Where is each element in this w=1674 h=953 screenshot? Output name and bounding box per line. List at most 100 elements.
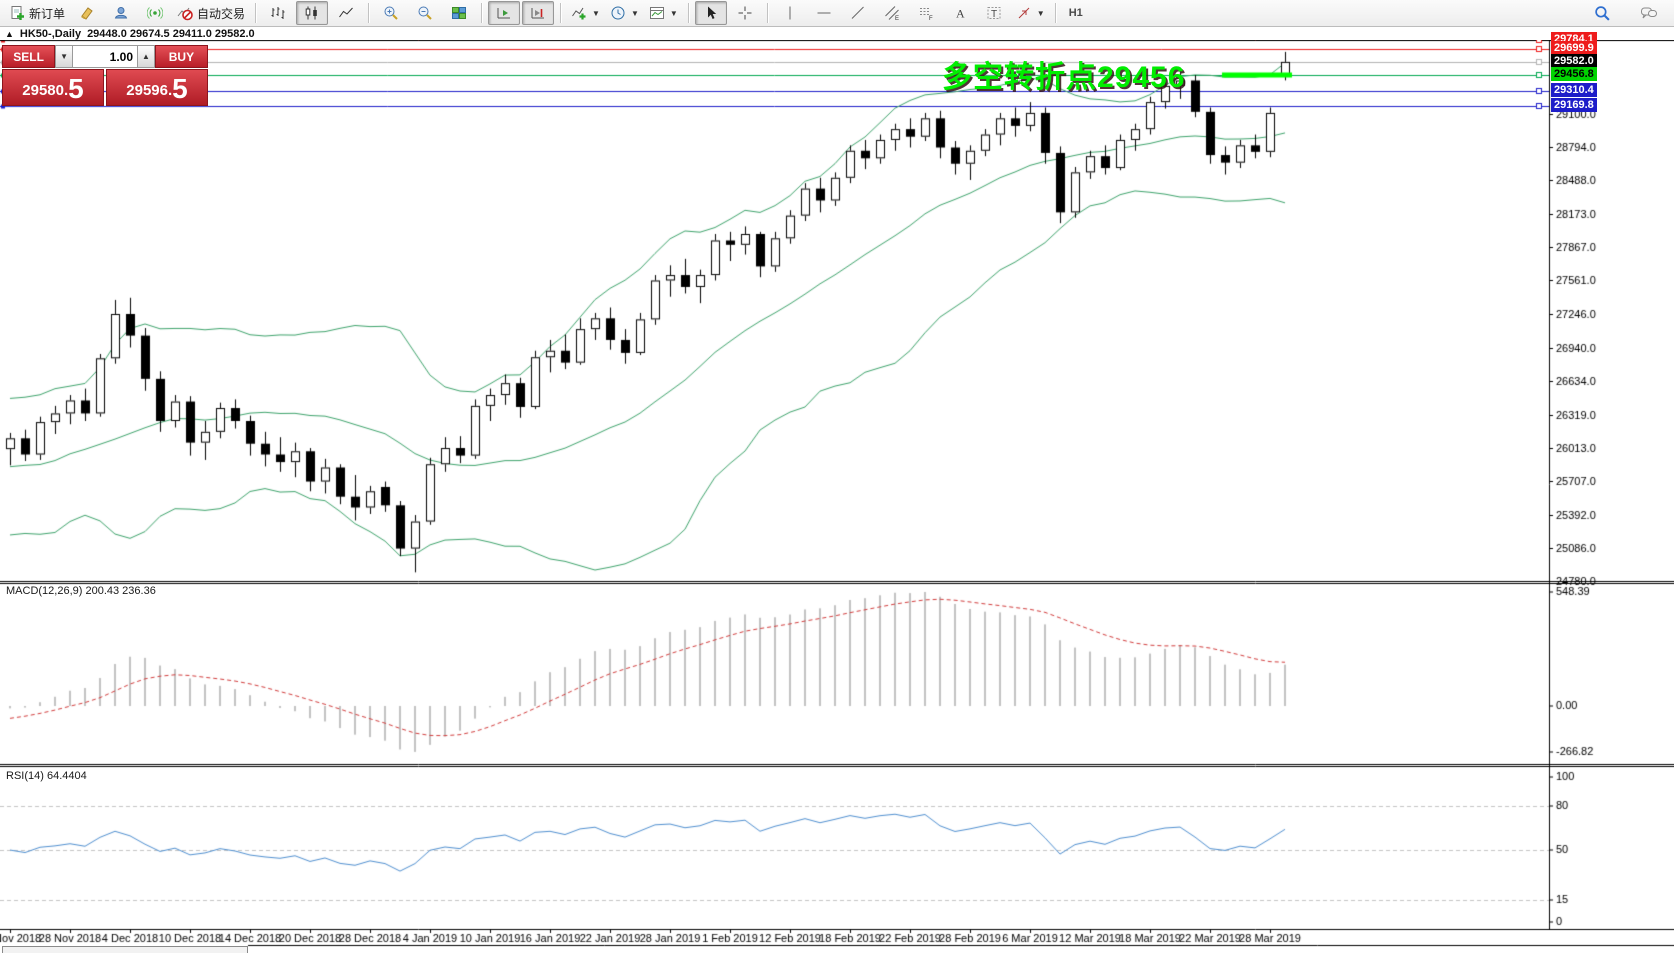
buy-button[interactable]: BUY <box>155 45 208 68</box>
autotrading-icon <box>177 5 193 21</box>
signal-icon <box>147 5 163 21</box>
line-chart-icon <box>338 5 354 21</box>
price-label: 29582.0 <box>1551 54 1597 68</box>
vertical-line-button[interactable] <box>774 1 806 25</box>
sell-price[interactable]: 29580.5 <box>2 69 104 106</box>
candlestick-chart-button[interactable] <box>296 1 328 25</box>
price-label: 29456.8 <box>1551 67 1597 81</box>
dropdown-caret-icon: ▼ <box>670 9 678 18</box>
channel-icon: E <box>884 5 900 21</box>
profile-button[interactable] <box>105 1 137 25</box>
toolbar-separator <box>255 3 256 23</box>
toolbar-separator <box>767 3 768 23</box>
chat-icon <box>1640 5 1658 21</box>
search-button[interactable] <box>1586 1 1618 25</box>
crosshair-icon <box>737 5 753 21</box>
trendline-icon <box>850 5 866 21</box>
eraser-button[interactable] <box>71 1 103 25</box>
svg-text:T: T <box>991 9 997 20</box>
chart-symbol-period: HK50-,Daily <box>20 28 81 40</box>
horizontal-line-icon <box>816 5 832 21</box>
sell-price-main: 29580. <box>22 79 68 103</box>
buy-price-pips: 5 <box>172 75 188 103</box>
zoom-in-button[interactable] <box>375 1 407 25</box>
text-button[interactable]: A <box>944 1 976 25</box>
chat-button[interactable] <box>1633 1 1665 25</box>
text-icon: A <box>952 5 968 21</box>
volume-input[interactable] <box>73 45 138 68</box>
collapse-icon[interactable]: ▲ <box>5 29 14 39</box>
chart-header: ▲ HK50-,Daily 29448.0 29674.5 29411.0 29… <box>0 27 1674 40</box>
vertical-line-icon <box>782 5 798 21</box>
one-click-trading-panel: SELL ▼ ▲ BUY 29580.5 29596.5 <box>2 45 208 106</box>
crosshair-button[interactable] <box>729 1 761 25</box>
price-label: 29310.4 <box>1551 83 1597 97</box>
dropdown-caret-icon: ▼ <box>592 9 600 18</box>
volume-decrease-button[interactable]: ▼ <box>55 45 73 68</box>
zoom-out-icon <box>417 5 433 21</box>
chart-shift-button[interactable] <box>522 1 554 25</box>
chart-annotation-text[interactable]: 多空转折点29456 <box>942 52 1185 96</box>
svg-text:A: A <box>956 7 965 21</box>
zoom-out-button[interactable] <box>409 1 441 25</box>
template-icon <box>649 5 665 21</box>
autotrading-button[interactable]: 自动交易 <box>173 1 249 25</box>
buy-price[interactable]: 29596.5 <box>106 69 208 106</box>
horizontal-line-button[interactable] <box>808 1 840 25</box>
tile-windows-icon <box>451 5 467 21</box>
line-chart-button[interactable] <box>330 1 362 25</box>
signal-button[interactable] <box>139 1 171 25</box>
zoom-in-icon <box>383 5 399 21</box>
periods-button[interactable]: ▼ <box>606 1 643 25</box>
chart-ohlc-values: 29448.0 29674.5 29411.0 29582.0 <box>87 28 255 40</box>
trendline-button[interactable] <box>842 1 874 25</box>
bar-chart-button[interactable] <box>262 1 294 25</box>
tile-windows-button[interactable] <box>443 1 475 25</box>
search-icon <box>1594 5 1611 22</box>
profile-icon <box>113 5 129 21</box>
new-order-icon <box>9 5 25 21</box>
bar-chart-icon <box>270 5 286 21</box>
templates-button[interactable]: ▼ <box>645 1 682 25</box>
toolbar: 新订单 自动交易 <box>0 0 1674 27</box>
clock-icon <box>610 5 626 21</box>
fibonacci-button[interactable]: F <box>910 1 942 25</box>
toolbar-separator <box>688 3 689 23</box>
equidistant-channel-button[interactable]: E <box>876 1 908 25</box>
autotrading-label: 自动交易 <box>197 5 245 22</box>
new-order-label: 新订单 <box>29 5 65 22</box>
chart-canvas[interactable] <box>0 40 1674 953</box>
dropdown-caret-icon: ▼ <box>631 9 639 18</box>
svg-text:F: F <box>929 16 933 21</box>
rsi-indicator-label: RSI(14) 64.4404 <box>6 770 87 782</box>
cursor-button[interactable] <box>695 1 727 25</box>
tab-timeframe-h1[interactable]: H1 <box>1062 2 1090 24</box>
toolbar-separator <box>368 3 369 23</box>
svg-text:E: E <box>895 16 899 21</box>
candlestick-chart-icon <box>304 5 320 21</box>
eraser-icon <box>79 5 95 21</box>
buy-price-main: 29596. <box>126 79 172 103</box>
toolbar-separator <box>1055 3 1056 23</box>
text-label-button[interactable]: T <box>978 1 1010 25</box>
indicators-button[interactable]: ▼ <box>567 1 604 25</box>
toolbar-separator <box>481 3 482 23</box>
toolbar-separator <box>560 3 561 23</box>
chart-shift-icon <box>530 5 546 21</box>
price-label: 29169.8 <box>1551 98 1597 112</box>
indicators-icon <box>571 5 587 21</box>
auto-scroll-icon <box>496 5 512 21</box>
arrow-objects-icon <box>1016 5 1032 21</box>
volume-increase-button[interactable]: ▲ <box>138 45 155 68</box>
sell-button[interactable]: SELL <box>2 45 55 68</box>
arrows-button[interactable]: ▼ <box>1012 1 1049 25</box>
macd-indicator-label: MACD(12,26,9) 200.43 236.36 <box>6 585 156 597</box>
auto-scroll-button[interactable] <box>488 1 520 25</box>
dropdown-caret-icon: ▼ <box>1037 9 1045 18</box>
text-label-icon: T <box>986 5 1002 21</box>
chart-tab[interactable] <box>2 946 248 953</box>
new-order-button[interactable]: 新订单 <box>5 1 69 25</box>
terminal-window: 新订单 自动交易 <box>0 0 1674 953</box>
sell-price-pips: 5 <box>68 75 84 103</box>
fibonacci-icon: F <box>918 5 934 21</box>
